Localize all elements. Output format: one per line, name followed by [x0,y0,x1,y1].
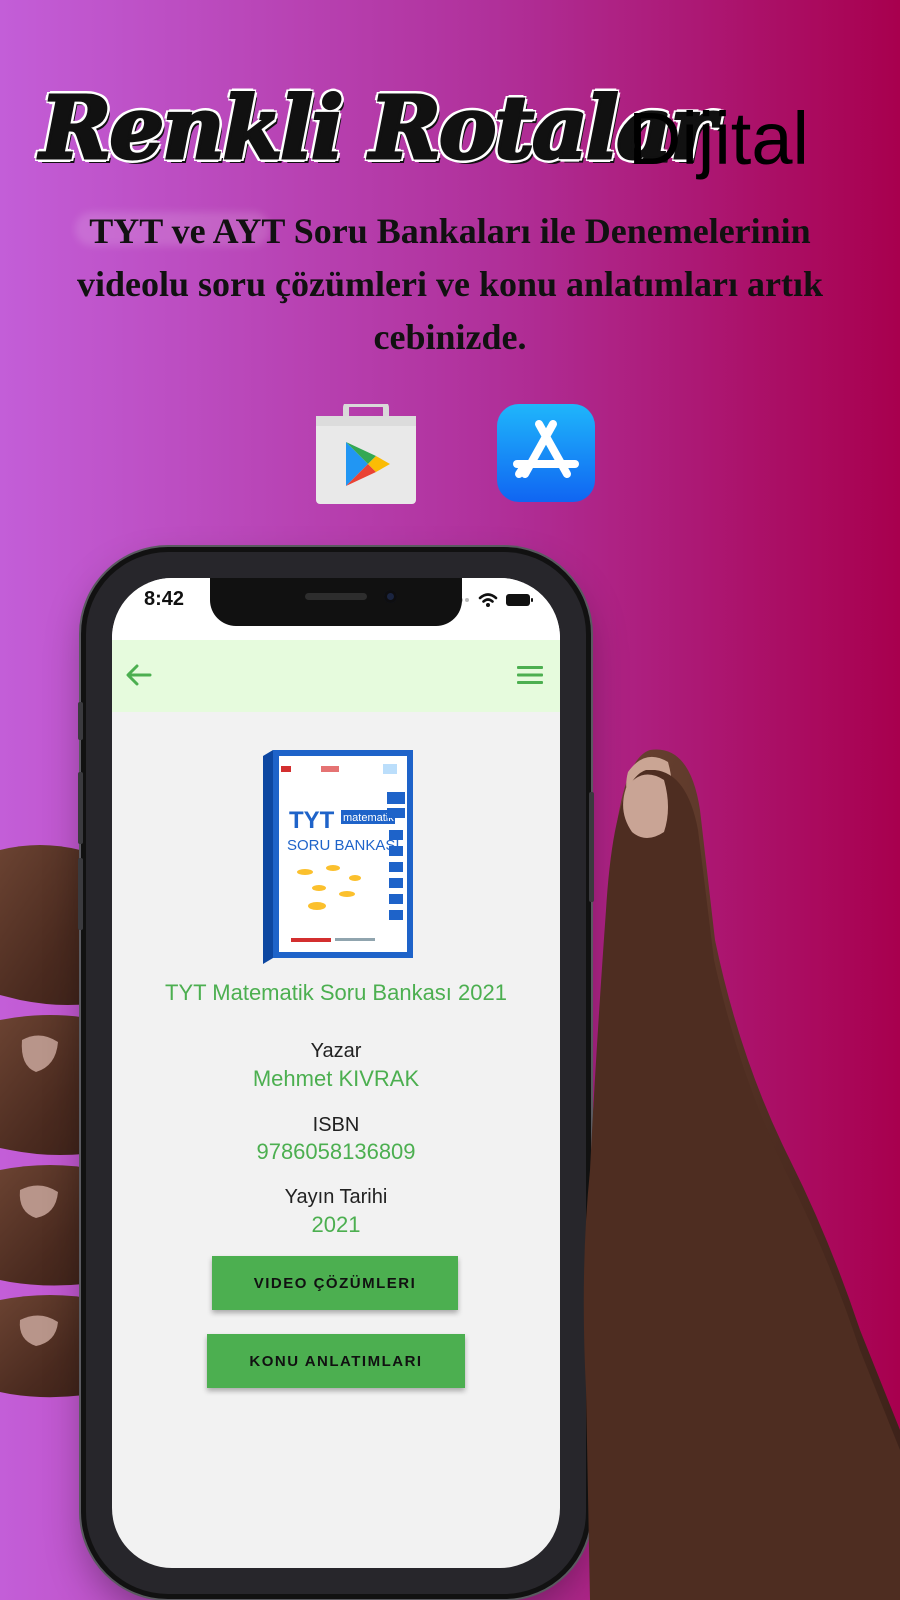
date-label: Yayın Tarihi [284,1186,388,1208]
status-time: 8:42 [144,588,185,610]
phone-notch [210,578,462,626]
volume-down-button [78,858,83,930]
speaker-grille [305,593,367,600]
lectures-button[interactable]: KONU ANLATIMLARI [207,1334,465,1388]
author-value: Mehmet KIVRAK [252,1066,420,1091]
mute-switch [78,702,83,740]
app-store-icon[interactable] [497,404,597,504]
isbn-value: 9786058136809 [256,1139,416,1164]
cover-series: SORU BANKASI [287,837,400,854]
brand-suffix: Dijital [628,97,809,180]
volume-up-button [78,772,83,844]
book-title: TYT Matematik Soru Bankası 2021 [165,980,507,1005]
phone-screen: 8:42 TYT matematik SORU BANKASI TYT Mate… [112,578,560,1568]
battery-icon [506,594,533,606]
book-cover-image: TYT matematik SORU BANKASI [263,750,413,964]
isbn-label: ISBN [312,1114,360,1136]
front-camera [384,590,397,603]
arrow-left-icon[interactable] [124,660,154,690]
author-label: Yazar [310,1040,362,1062]
google-play-icon[interactable] [316,401,416,504]
hamburger-menu-icon[interactable] [514,660,546,690]
thumb-overlay [583,770,900,1600]
app-bar [112,640,560,712]
video-solutions-button[interactable]: VIDEO ÇÖZÜMLERI [212,1256,458,1310]
phone-frame: 8:42 TYT matematik SORU BANKASI TYT Mate… [78,552,594,1594]
cover-badge: TYT [289,807,335,834]
date-value: 2021 [311,1212,361,1237]
promo-tagline: TYT ve AYT Soru Bankaları ile Denemeleri… [77,211,823,357]
wifi-icon [478,593,498,607]
brand-title: Renkli Rotalar [39,77,718,181]
cover-subject: matematik [343,812,394,824]
